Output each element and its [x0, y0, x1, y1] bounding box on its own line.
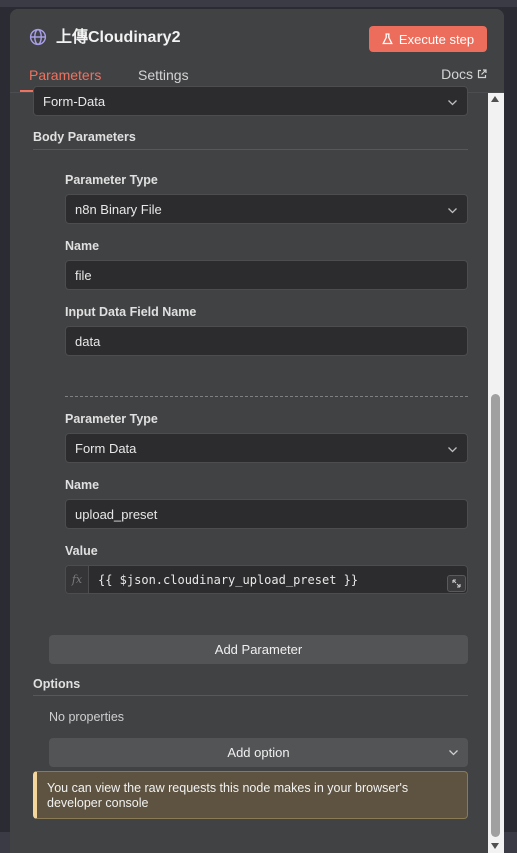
name-label: Name: [65, 478, 100, 492]
globe-icon: [29, 28, 47, 46]
external-link-icon: [477, 69, 487, 79]
input-data-field-name-value: data: [75, 333, 101, 349]
no-properties-text: No properties: [49, 710, 125, 724]
body-content-type-select[interactable]: Form-Data: [33, 86, 468, 116]
scroll-up-arrow[interactable]: [491, 96, 499, 102]
name-input-value: file: [75, 267, 92, 283]
body-parameters-title: Body Parameters: [33, 130, 136, 144]
parameter-type-select[interactable]: Form Data: [65, 433, 468, 463]
execute-step-label: Execute step: [398, 31, 475, 47]
panel-header: 上傳Cloudinary2 Execute step Parameters Se…: [10, 9, 504, 93]
name-label: Name: [65, 239, 100, 253]
parameter-type-label: Parameter Type: [65, 412, 158, 426]
notice-text: You can view the raw requests this node …: [47, 781, 409, 810]
chevron-down-icon: [448, 208, 457, 214]
add-option-button[interactable]: Add option: [49, 738, 468, 767]
name-input[interactable]: upload_preset: [65, 499, 468, 529]
docs-label: Docs: [441, 66, 473, 82]
parameter-type-select[interactable]: n8n Binary File: [65, 194, 468, 224]
parameter-type-label: Parameter Type: [65, 173, 158, 187]
add-option-label: Add option: [227, 745, 290, 760]
node-title[interactable]: 上傳Cloudinary2: [56, 28, 180, 48]
section-divider: [33, 695, 468, 696]
chevron-down-icon: [449, 750, 458, 756]
canvas-background-top: [0, 0, 517, 7]
parameters-content: Form-Data Body Parameters Parameter Type…: [10, 86, 504, 853]
developer-console-notice: You can view the raw requests this node …: [33, 771, 468, 819]
value-label: Value: [65, 544, 98, 558]
value-expression-input[interactable]: fx {{ $json.cloudinary_upload_preset }}: [65, 565, 468, 594]
expand-icon: [452, 579, 461, 588]
tab-settings[interactable]: Settings: [138, 66, 189, 84]
fx-icon: fx: [66, 566, 89, 593]
tab-parameters[interactable]: Parameters: [29, 66, 101, 84]
parameter-type-value: n8n Binary File: [75, 201, 162, 217]
docs-link[interactable]: Docs: [441, 66, 487, 82]
parameter-separator: [65, 396, 468, 397]
body-content-type-value: Form-Data: [43, 93, 106, 109]
scroll-down-arrow[interactable]: [491, 843, 499, 849]
flask-icon: [382, 33, 393, 45]
value-expression-text: {{ $json.cloudinary_upload_preset }}: [98, 572, 359, 587]
add-parameter-label: Add Parameter: [214, 642, 303, 657]
add-parameter-button[interactable]: Add Parameter: [49, 635, 468, 664]
name-input-value: upload_preset: [75, 506, 158, 522]
parameter-type-value: Form Data: [75, 440, 137, 456]
input-data-field-name-input[interactable]: data: [65, 326, 468, 356]
chevron-down-icon: [448, 100, 457, 106]
scrollbar-thumb[interactable]: [491, 394, 500, 837]
name-input[interactable]: file: [65, 260, 468, 290]
options-title: Options: [33, 677, 81, 691]
execute-step-button[interactable]: Execute step: [369, 26, 487, 52]
chevron-down-icon: [448, 447, 457, 453]
open-expression-editor-button[interactable]: [447, 575, 466, 592]
input-data-field-name-label: Input Data Field Name: [65, 305, 197, 319]
node-settings-panel: 上傳Cloudinary2 Execute step Parameters Se…: [10, 9, 504, 853]
section-divider: [33, 149, 468, 150]
